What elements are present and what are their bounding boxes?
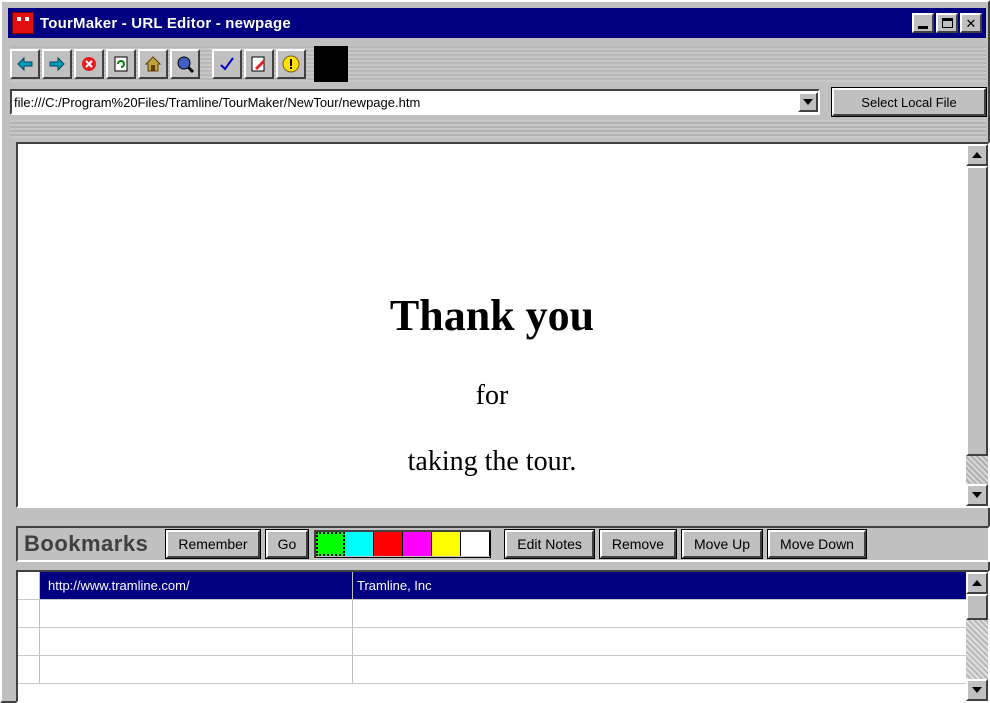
search-globe-icon (177, 56, 195, 74)
back-arrow-icon (17, 56, 33, 72)
scroll-track[interactable] (966, 456, 988, 484)
check-button[interactable] (212, 49, 242, 79)
bookmark-title (353, 600, 988, 627)
splitter[interactable] (10, 120, 986, 138)
forward-arrow-icon (49, 56, 65, 72)
minimize-icon (918, 25, 928, 29)
chevron-down-icon (972, 492, 982, 498)
move-down-button[interactable]: Move Down (767, 529, 867, 559)
scroll-down-button[interactable] (966, 484, 988, 506)
color-swatch-green[interactable] (316, 532, 346, 556)
select-local-file-button[interactable]: Select Local File (831, 87, 987, 117)
current-color-swatch[interactable] (314, 46, 348, 82)
page-preview[interactable]: Thank you for taking the tour. (16, 142, 990, 508)
chevron-down-icon (972, 687, 982, 693)
go-button[interactable]: Go (264, 529, 310, 559)
app-icon (12, 12, 34, 34)
warning-icon (282, 55, 300, 73)
scroll-down-button[interactable] (966, 679, 988, 701)
remove-button[interactable]: Remove (598, 529, 678, 559)
chevron-up-icon (972, 152, 982, 158)
search-button[interactable] (170, 49, 200, 79)
bookmark-url (40, 656, 353, 683)
bookmark-row[interactable] (18, 628, 988, 656)
window-title: TourMaker - URL Editor - newpage (40, 14, 291, 32)
move-up-button[interactable]: Move Up (681, 529, 764, 559)
bookmark-row[interactable]: http://www.tramline.com/ Tramline, Inc (18, 572, 988, 600)
bookmark-list-scrollbar[interactable] (966, 572, 988, 701)
bookmark-url (40, 628, 353, 655)
remember-button[interactable]: Remember (165, 529, 261, 559)
stop-icon (82, 57, 96, 71)
color-swatch-magenta[interactable] (403, 532, 433, 556)
bookmark-color-palette (314, 530, 492, 558)
chevron-up-icon (972, 580, 982, 586)
alert-button[interactable] (276, 49, 306, 79)
page-text-line: for (475, 380, 509, 411)
edit-notes-button[interactable]: Edit Notes (504, 529, 595, 559)
tourmaker-window: TourMaker - URL Editor - newpage ✕ file:… (0, 0, 990, 703)
window-controls: ✕ (912, 13, 982, 33)
row-gutter (18, 628, 40, 655)
row-gutter (18, 600, 40, 627)
url-row: Select Local File (10, 87, 987, 117)
color-swatch-red[interactable] (374, 532, 404, 556)
home-button[interactable] (138, 49, 168, 79)
row-gutter (18, 656, 40, 683)
bookmark-list: http://www.tramline.com/ Tramline, Inc (16, 570, 990, 703)
maximize-button[interactable] (936, 13, 958, 33)
bookmark-title (353, 628, 988, 655)
edit-page-icon (251, 56, 265, 72)
home-icon (144, 56, 162, 72)
scroll-thumb[interactable] (966, 166, 988, 456)
bookmark-url: http://www.tramline.com/ (40, 572, 353, 599)
chevron-down-icon (803, 99, 813, 105)
scroll-up-button[interactable] (966, 572, 988, 594)
bookmarks-bar: Bookmarks Remember Go Edit Notes Remove … (16, 526, 990, 562)
close-button[interactable]: ✕ (960, 13, 982, 33)
bookmark-title: Tramline, Inc (357, 578, 432, 593)
back-button[interactable] (10, 49, 40, 79)
scroll-track[interactable] (966, 620, 988, 679)
color-swatch-cyan[interactable] (345, 532, 375, 556)
bookmark-row[interactable] (18, 656, 988, 684)
color-swatch-white[interactable] (461, 532, 491, 556)
edit-button[interactable] (244, 49, 274, 79)
minimize-button[interactable] (912, 13, 934, 33)
scroll-thumb[interactable] (966, 594, 988, 620)
url-input[interactable] (12, 92, 798, 112)
forward-button[interactable] (42, 49, 72, 79)
checkmark-icon (220, 57, 234, 71)
title-bar[interactable]: TourMaker - URL Editor - newpage ✕ (8, 8, 986, 38)
row-gutter (18, 572, 40, 599)
bookmark-title (353, 656, 988, 683)
url-combobox[interactable] (10, 89, 820, 115)
page-heading: Thank you (389, 291, 595, 340)
toolbar (10, 46, 986, 82)
bookmark-url (40, 600, 353, 627)
color-swatch-yellow[interactable] (432, 532, 462, 556)
stop-button[interactable] (74, 49, 104, 79)
scroll-up-button[interactable] (966, 144, 988, 166)
close-icon: ✕ (965, 15, 977, 31)
refresh-icon (114, 56, 128, 72)
refresh-button[interactable] (106, 49, 136, 79)
preview-scrollbar[interactable] (966, 144, 988, 506)
bookmark-row[interactable] (18, 600, 988, 628)
page-content: Thank you for taking the tour. (18, 144, 966, 506)
maximize-icon (941, 18, 953, 28)
bookmarks-label: Bookmarks (24, 531, 149, 556)
url-dropdown-button[interactable] (798, 92, 818, 112)
page-text-line: taking the tour. (407, 446, 577, 477)
